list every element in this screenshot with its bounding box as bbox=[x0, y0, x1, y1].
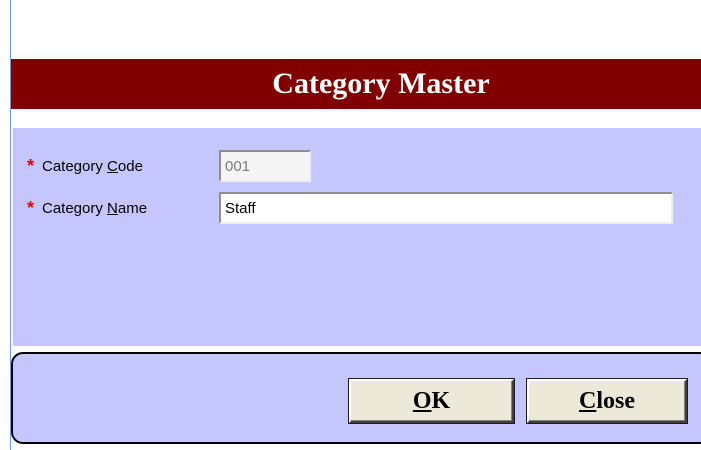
category-code-row: * Category Code 001 bbox=[27, 150, 311, 182]
label-prefix: Category bbox=[42, 199, 108, 217]
close-label-rest: lose bbox=[596, 387, 635, 414]
label-suffix: ode bbox=[117, 157, 143, 175]
category-name-input[interactable]: Staff bbox=[219, 192, 673, 224]
required-asterisk-icon: * bbox=[27, 198, 35, 218]
category-master-window: Category Master * Category Code 001 * Ca… bbox=[0, 0, 701, 450]
label-mnemonic: C bbox=[107, 157, 118, 175]
category-name-row: * Category Name Staff bbox=[27, 192, 673, 224]
title-bar: Category Master bbox=[11, 59, 701, 109]
close-mnemonic: C bbox=[578, 387, 597, 414]
close-button[interactable]: Close bbox=[527, 379, 687, 423]
required-asterisk-icon: * bbox=[27, 156, 35, 176]
ok-mnemonic: O bbox=[412, 387, 432, 414]
ok-label-rest: K bbox=[431, 387, 451, 414]
label-mnemonic: N bbox=[107, 199, 118, 217]
category-code-input[interactable]: 001 bbox=[219, 150, 311, 182]
form-panel: * Category Code 001 * Category Name Staf… bbox=[11, 126, 701, 346]
category-name-label: Category Name bbox=[42, 200, 219, 217]
button-panel: OK Close bbox=[11, 352, 701, 444]
label-prefix: Category bbox=[42, 157, 108, 175]
ok-button[interactable]: OK bbox=[349, 379, 514, 423]
label-suffix: ame bbox=[117, 199, 148, 217]
window-title: Category Master bbox=[272, 67, 490, 100]
category-code-label: Category Code bbox=[42, 158, 219, 175]
